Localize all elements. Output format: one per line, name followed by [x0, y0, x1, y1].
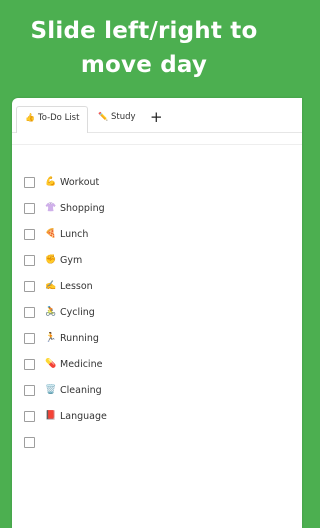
- checkbox[interactable]: [24, 358, 35, 370]
- item-label[interactable]: Medicine: [60, 359, 102, 370]
- cyclist-icon: 🚴: [45, 307, 57, 317]
- checkbox[interactable]: [24, 332, 35, 344]
- list-item: 💪 Workout: [24, 175, 99, 189]
- list-item: ✊ Gym: [24, 253, 82, 267]
- list-item-empty: [24, 435, 60, 449]
- list-item: 🍕 Lunch: [24, 227, 88, 241]
- item-label[interactable]: Cycling: [60, 307, 95, 318]
- item-label[interactable]: Lunch: [60, 229, 88, 240]
- list-item: 📕 Language: [24, 409, 107, 423]
- list-item: 🚴 Cycling: [24, 305, 95, 319]
- fist-icon: ✊: [45, 255, 57, 265]
- list-item: 🏃 Running: [24, 331, 99, 345]
- checkbox[interactable]: [24, 384, 35, 396]
- list-item: ✍️ Lesson: [24, 279, 93, 293]
- checkbox[interactable]: [24, 254, 35, 266]
- list-item: 🗑️ Cleaning: [24, 383, 102, 397]
- item-label[interactable]: Lesson: [60, 281, 93, 292]
- item-label[interactable]: Workout: [60, 177, 99, 188]
- tab-to-do-list[interactable]: 👍 To-Do List: [16, 106, 88, 133]
- flexed-biceps-icon: 💪: [45, 177, 57, 187]
- checkbox[interactable]: [24, 228, 35, 240]
- tab-study[interactable]: ✏️ Study: [96, 106, 136, 132]
- checkbox[interactable]: [24, 410, 35, 422]
- item-label[interactable]: Running: [60, 333, 99, 344]
- item-label[interactable]: Gym: [60, 255, 82, 266]
- list-item: 💊 Medicine: [24, 357, 102, 371]
- app-screen: 👍 To-Do List ✏️ Study + 💪 Workout 👚 Shop…: [12, 98, 302, 528]
- tab-label: To-Do List: [37, 113, 80, 123]
- checkbox[interactable]: [24, 280, 35, 292]
- checkbox[interactable]: [24, 202, 35, 214]
- pizza-icon: 🍕: [45, 229, 57, 239]
- thumbs-up-icon: 👍: [25, 113, 35, 122]
- promo-headline: Slide left/right to move day: [0, 14, 288, 82]
- red-book-icon: 📕: [45, 411, 57, 421]
- item-label[interactable]: Cleaning: [60, 385, 102, 396]
- pill-icon: 💊: [45, 359, 57, 369]
- tab-bar: 👍 To-Do List ✏️ Study +: [12, 98, 302, 133]
- wastebasket-icon: 🗑️: [45, 385, 57, 395]
- item-label[interactable]: Language: [60, 411, 107, 422]
- checkbox[interactable]: [24, 436, 35, 448]
- headline-line-1: Slide left/right to: [30, 18, 258, 44]
- runner-icon: 🏃: [45, 333, 57, 343]
- blouse-icon: 👚: [45, 203, 57, 213]
- writing-hand-icon: ✍️: [45, 281, 57, 291]
- add-tab-button[interactable]: +: [150, 108, 163, 126]
- divider: [12, 144, 302, 145]
- pencil-icon: ✏️: [98, 112, 108, 121]
- headline-line-2: move day: [80, 52, 208, 78]
- item-label[interactable]: Shopping: [60, 203, 105, 214]
- tab-label: Study: [110, 112, 136, 122]
- checkbox[interactable]: [24, 176, 35, 188]
- list-item: 👚 Shopping: [24, 201, 105, 215]
- checkbox[interactable]: [24, 306, 35, 318]
